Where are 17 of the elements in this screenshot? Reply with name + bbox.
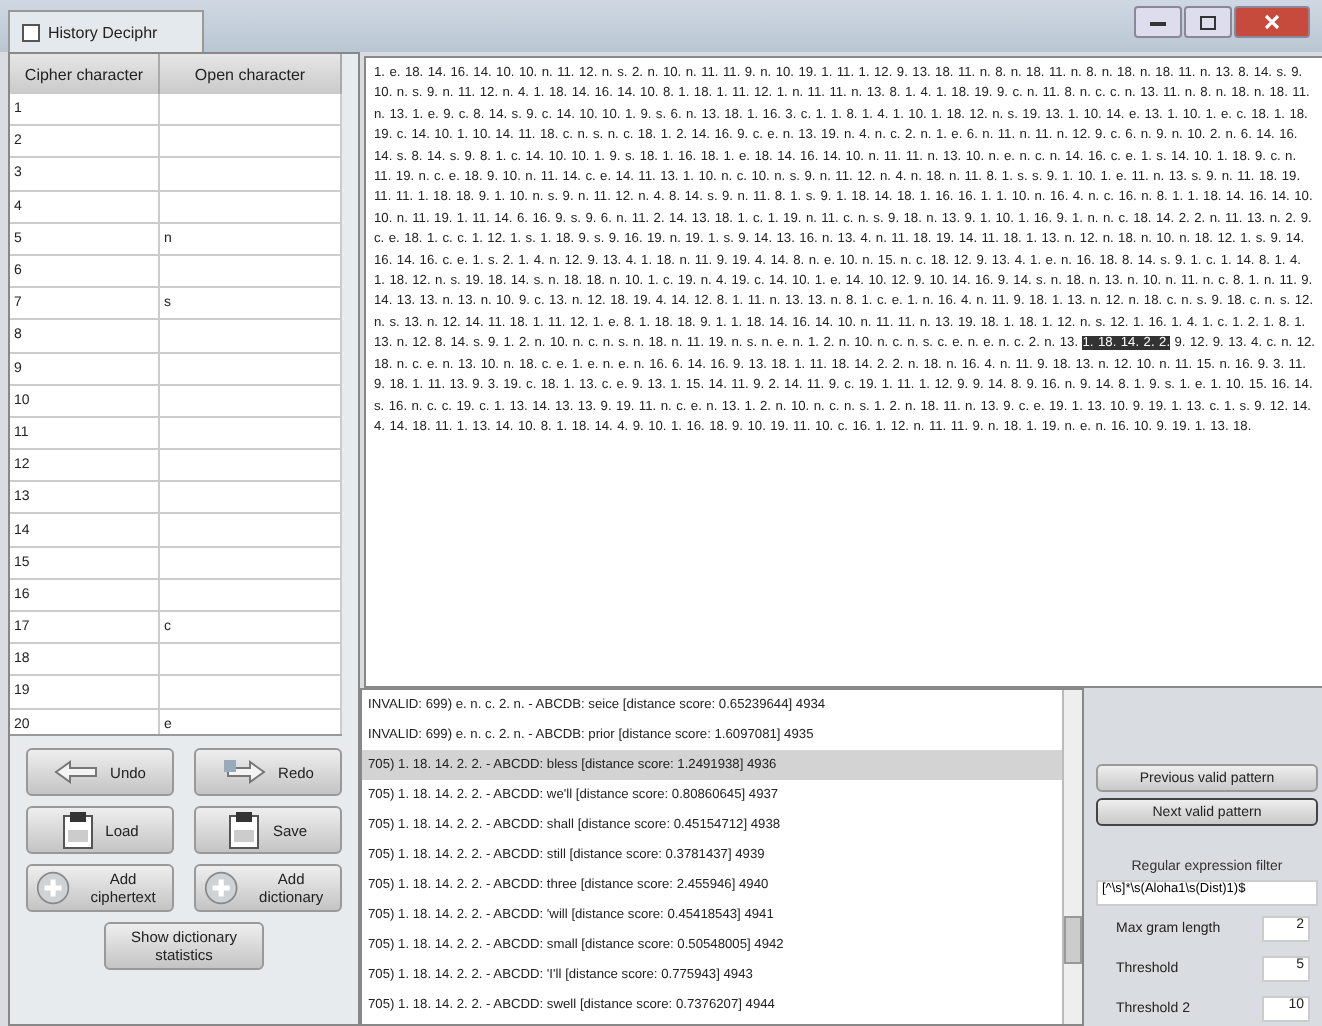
- close-button[interactable]: [1234, 6, 1310, 38]
- arrow-left-icon: [54, 758, 99, 786]
- scrollbar[interactable]: [1062, 690, 1082, 1024]
- column-header[interactable]: Cipher character: [10, 54, 160, 94]
- minimize-icon: [1150, 18, 1166, 26]
- globe-plus-icon: [36, 868, 71, 908]
- window-title: History Deciphr: [48, 23, 158, 41]
- close-icon: [1264, 14, 1280, 30]
- globe-plus-icon: [204, 868, 239, 908]
- maximize-button[interactable]: [1184, 6, 1232, 38]
- arrow-right-icon: [222, 756, 267, 788]
- maximize-icon: [1200, 15, 1216, 29]
- column-header[interactable]: Open character: [160, 54, 342, 94]
- clipboard-icon: [228, 810, 261, 850]
- app-icon: [22, 23, 40, 41]
- minimize-button[interactable]: [1134, 6, 1182, 38]
- clipboard-icon: [61, 810, 94, 850]
